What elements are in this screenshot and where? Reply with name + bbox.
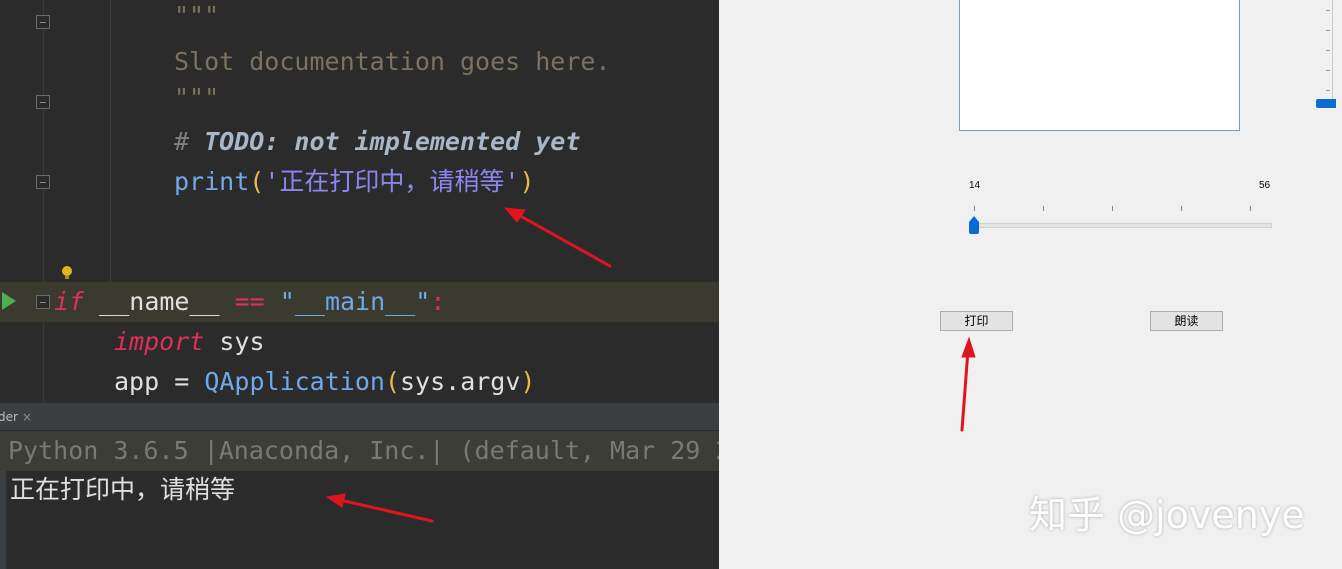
arrow-head-icon	[503, 207, 526, 223]
arrow-head-icon	[325, 493, 346, 508]
arrow-head-icon	[961, 336, 976, 358]
annotation-arrows	[325, 207, 976, 523]
annotation-arrow	[960, 348, 970, 432]
annotation-arrow	[513, 211, 612, 268]
annotation-arrow	[338, 498, 434, 523]
